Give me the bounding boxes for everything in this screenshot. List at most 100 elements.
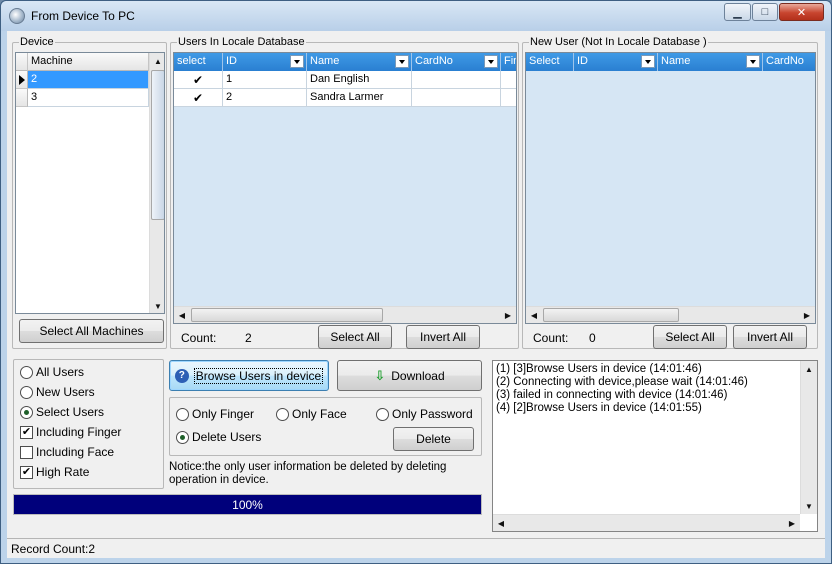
- row-1-id[interactable]: 1: [223, 71, 307, 89]
- row-2-name[interactable]: Sandra Larmer: [307, 89, 412, 107]
- scroll-thumb[interactable]: [543, 308, 679, 322]
- filter-dropdown-icon[interactable]: [290, 55, 304, 68]
- only-password-radio[interactable]: Only Password: [376, 406, 473, 422]
- users-local-hscrollbar[interactable]: ◀ ▶: [174, 306, 516, 323]
- scroll-right-icon[interactable]: ▶: [799, 307, 815, 323]
- log-line: (2) Connecting with device,please wait (…: [496, 376, 748, 388]
- window-title: From Device To PC: [31, 9, 135, 23]
- scroll-left-icon[interactable]: ◀: [174, 307, 190, 323]
- delete-users-label: Delete Users: [192, 430, 262, 444]
- download-arrow-icon: ⇩: [374, 367, 386, 383]
- scroll-thumb[interactable]: [151, 70, 164, 220]
- download-button[interactable]: ⇩ Download: [337, 360, 482, 391]
- filter-dropdown-icon[interactable]: [395, 55, 409, 68]
- scroll-down-icon[interactable]: ▼: [801, 498, 817, 514]
- scroll-left-icon[interactable]: ◀: [526, 307, 542, 323]
- scroll-thumb[interactable]: [191, 308, 383, 322]
- log-hscrollbar[interactable]: ◀ ▶: [493, 514, 800, 531]
- scroll-right-icon[interactable]: ▶: [784, 515, 800, 531]
- scroll-up-icon[interactable]: ▲: [801, 361, 817, 377]
- including-face-checkbox[interactable]: Including Face: [20, 444, 114, 460]
- filter-dropdown-icon[interactable]: [746, 55, 760, 68]
- new-users-grid[interactable]: Select ID Name CardNo ◀ ▶: [525, 52, 816, 324]
- filter-dropdown-icon[interactable]: [641, 55, 655, 68]
- radio-indicator: [20, 385, 33, 399]
- row-1-finger[interactable]: [501, 71, 516, 89]
- name-column-header[interactable]: Name: [658, 53, 763, 71]
- browse-users-button[interactable]: ? Browse Users in device: [169, 360, 329, 391]
- machine-row-2[interactable]: 2: [28, 71, 149, 89]
- new-users-radio[interactable]: New Users: [20, 384, 95, 400]
- delete-options-group: Only Finger Only Face Only Password Dele…: [169, 397, 482, 456]
- row-1-select-checkbox[interactable]: ✔: [174, 71, 223, 89]
- select-users-radio[interactable]: Select Users: [20, 404, 104, 420]
- radio-indicator-selected: [20, 405, 33, 419]
- users-local-select-all-button[interactable]: Select All: [318, 325, 392, 349]
- finger-column-header[interactable]: Fin: [501, 53, 516, 71]
- row-2-cardno[interactable]: [412, 89, 501, 107]
- scroll-up-icon[interactable]: ▲: [150, 53, 164, 69]
- row-1-name[interactable]: Dan English: [307, 71, 412, 89]
- scroll-down-icon[interactable]: ▼: [150, 298, 164, 313]
- name-column-header[interactable]: Name: [307, 53, 412, 71]
- radio-indicator: [20, 365, 33, 379]
- all-users-label: All Users: [36, 365, 85, 379]
- id-column-label: ID: [577, 55, 588, 67]
- machine-column-header[interactable]: Machine: [28, 53, 149, 71]
- users-local-count-value: 2: [245, 331, 252, 345]
- cardno-column-header[interactable]: CardNo: [763, 53, 815, 71]
- only-face-label: Only Face: [292, 407, 347, 421]
- maximize-button[interactable]: □: [752, 3, 778, 21]
- cardno-column-header[interactable]: CardNo: [412, 53, 501, 71]
- only-finger-radio[interactable]: Only Finger: [176, 406, 254, 422]
- only-face-radio[interactable]: Only Face: [276, 406, 347, 422]
- scroll-right-icon[interactable]: ▶: [500, 307, 516, 323]
- new-users-hscrollbar[interactable]: ◀ ▶: [526, 306, 815, 323]
- new-users-group-label: New User (Not In Locale Database ): [529, 36, 708, 48]
- progress-bar-track: 100%: [13, 494, 482, 515]
- checkmark-icon: ✔: [192, 90, 204, 105]
- log-panel[interactable]: (1) [3]Browse Users in device (14:01:46)…: [492, 360, 818, 532]
- row-2-finger[interactable]: [501, 89, 516, 107]
- delete-users-radio[interactable]: Delete Users: [176, 429, 261, 445]
- new-users-count-value: 0: [589, 331, 596, 345]
- high-rate-checkbox[interactable]: ✔ High Rate: [20, 464, 89, 480]
- machine-grid-vscrollbar[interactable]: ▲ ▼: [149, 53, 164, 313]
- including-finger-checkbox[interactable]: ✔ Including Finger: [20, 424, 121, 440]
- select-all-machines-button[interactable]: Select All Machines: [19, 319, 164, 343]
- window-client-area: Device Machine 2 3 ▲ ▼ Select All Machin…: [7, 31, 825, 558]
- checkmark-icon: ✔: [192, 72, 204, 87]
- including-finger-label: Including Finger: [36, 425, 122, 439]
- select-column-header[interactable]: Select: [526, 53, 574, 71]
- log-vscrollbar[interactable]: ▲ ▼: [800, 361, 817, 514]
- id-column-label: ID: [226, 55, 237, 67]
- users-local-group: Users In Locale Database select ID Name …: [170, 36, 519, 349]
- row-1-cardno[interactable]: [412, 71, 501, 89]
- users-local-grid[interactable]: select ID Name CardNo Fin ✔ 1 Dan Englis…: [173, 52, 517, 324]
- delete-button[interactable]: Delete: [393, 427, 474, 451]
- select-column-header[interactable]: select: [174, 53, 223, 71]
- filter-dropdown-icon[interactable]: [484, 55, 498, 68]
- high-rate-label: High Rate: [36, 465, 90, 479]
- new-users-invert-all-button[interactable]: Invert All: [733, 325, 807, 349]
- select-users-label: Select Users: [36, 405, 105, 419]
- machine-row-3[interactable]: 3: [28, 89, 149, 107]
- close-button[interactable]: ✕: [779, 3, 824, 21]
- device-group-label: Device: [19, 36, 55, 48]
- log-line: (3) failed in connecting with device (14…: [496, 389, 728, 401]
- users-local-invert-all-button[interactable]: Invert All: [406, 325, 480, 349]
- id-column-header[interactable]: ID: [223, 53, 307, 71]
- minimize-button[interactable]: ▁: [724, 3, 751, 21]
- new-users-select-all-button[interactable]: Select All: [653, 325, 727, 349]
- id-column-header[interactable]: ID: [574, 53, 658, 71]
- from-device-to-pc-window: From Device To PC ▁ □ ✕ Device Machine 2…: [0, 0, 832, 564]
- browse-users-label: Browse Users in device: [193, 367, 324, 384]
- row-2-id[interactable]: 2: [223, 89, 307, 107]
- including-face-label: Including Face: [36, 445, 115, 459]
- all-users-radio[interactable]: All Users: [20, 364, 84, 380]
- title-bar[interactable]: From Device To PC ▁ □ ✕: [1, 1, 831, 31]
- row-2-select-checkbox[interactable]: ✔: [174, 89, 223, 107]
- machine-grid[interactable]: Machine 2 3 ▲ ▼: [15, 52, 165, 314]
- scroll-left-icon[interactable]: ◀: [493, 515, 509, 531]
- delete-notice-text: Notice:the only user information be dele…: [169, 461, 447, 486]
